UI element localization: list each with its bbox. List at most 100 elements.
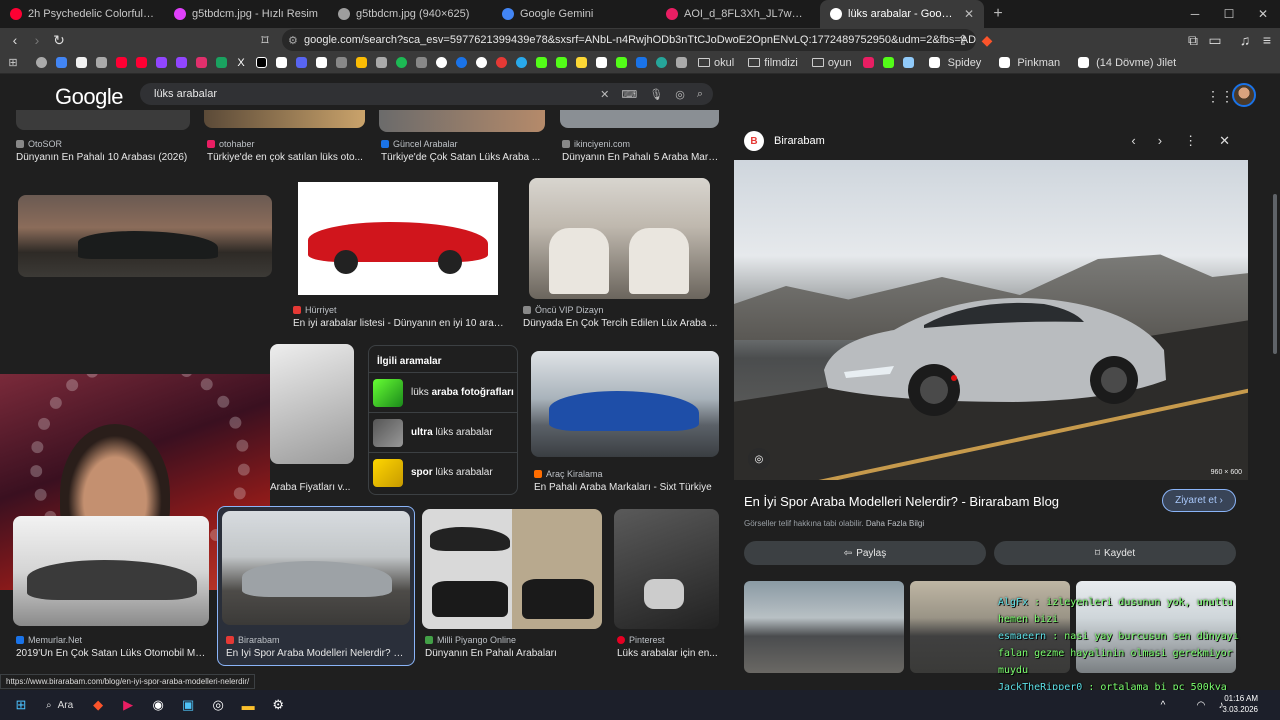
search-input[interactable]: lüks arabalar ✕ ⌨ 🎙 ◎ ⌕ bbox=[140, 83, 713, 105]
bookmark-favicon[interactable] bbox=[272, 54, 290, 72]
x-icon[interactable]: X bbox=[232, 54, 250, 72]
bookmark-favicon[interactable] bbox=[472, 54, 490, 72]
bookmark-favicon[interactable] bbox=[572, 54, 590, 72]
image-result[interactable] bbox=[560, 110, 719, 128]
result-caption[interactable]: Lüks arabalar için en... bbox=[617, 648, 719, 659]
bookmark-favicon[interactable] bbox=[652, 54, 670, 72]
previous-icon[interactable]: ‹ bbox=[1131, 133, 1135, 149]
telegram-icon[interactable] bbox=[512, 54, 530, 72]
github-icon[interactable] bbox=[432, 54, 450, 72]
taskbar-search[interactable]: ⌕ Ara bbox=[36, 690, 83, 720]
bookmark-jilet[interactable]: (14 Dövme) Jilet bbox=[1068, 54, 1182, 72]
close-icon[interactable]: ✕ bbox=[1246, 0, 1280, 28]
search-icon[interactable]: ⌕ bbox=[697, 88, 703, 101]
extensions-icon[interactable]: ⧉ bbox=[1182, 32, 1204, 49]
tray-overflow-icon[interactable]: ^ bbox=[1148, 690, 1178, 720]
result-caption[interactable]: En iyi arabalar listesi - Dünyanın en iy… bbox=[293, 318, 505, 329]
browser-tab[interactable]: g5tbdcm.jpg - Hızlı Resim bbox=[164, 0, 328, 28]
result-caption[interactable]: En İyi Spor Araba Modelleri Nelerdir? - … bbox=[226, 648, 406, 659]
browser-tab[interactable]: g5tbdcm.jpg (940×625) bbox=[328, 0, 492, 28]
save-button[interactable]: ⌑ Kaydet bbox=[994, 541, 1236, 565]
bookmark-favicon[interactable] bbox=[452, 54, 470, 72]
maximize-icon[interactable]: ☐ bbox=[1212, 0, 1246, 28]
brave-icon[interactable]: ◆ bbox=[83, 690, 113, 720]
bookmark-favicon[interactable] bbox=[900, 54, 918, 72]
lens-icon[interactable]: ◎ bbox=[675, 88, 685, 101]
brave-shield-icon[interactable]: ◆ bbox=[976, 32, 998, 49]
bookmark-spidey[interactable]: Spidey bbox=[920, 54, 988, 72]
scrollbar[interactable] bbox=[1270, 74, 1280, 680]
menu-icon[interactable]: ≡ bbox=[1256, 32, 1278, 48]
preview-title[interactable]: En İyi Spor Araba Modelleri Nelerdir? - … bbox=[744, 494, 1059, 509]
bookmark-folder-okul[interactable]: okul bbox=[692, 57, 740, 69]
visit-button[interactable]: Ziyaret et › bbox=[1162, 489, 1236, 512]
microphone-icon[interactable]: 🎙 bbox=[649, 88, 663, 101]
keyboard-icon[interactable]: ⌨ bbox=[621, 88, 637, 101]
image-result[interactable] bbox=[529, 178, 710, 299]
bookmark-favicon[interactable] bbox=[332, 54, 350, 72]
youtube-icon[interactable] bbox=[132, 54, 150, 72]
scrollbar-thumb[interactable] bbox=[1273, 194, 1277, 354]
share-icon[interactable]: ⇪ bbox=[952, 32, 974, 49]
more-options-icon[interactable]: ⋮ bbox=[1184, 133, 1197, 149]
windows-start-icon[interactable]: ⊞ bbox=[6, 690, 36, 720]
new-tab-button[interactable]: + bbox=[984, 5, 1012, 23]
site-info-icon[interactable]: ⚙ bbox=[288, 34, 298, 47]
close-icon[interactable]: ✕ bbox=[1219, 133, 1230, 149]
related-item[interactable]: ultra lüks arabalar bbox=[369, 412, 517, 452]
browser-tab[interactable]: 2h Psychedelic Colorful Neon Backgro bbox=[0, 0, 164, 28]
bookmark-favicon[interactable] bbox=[860, 54, 878, 72]
image-result[interactable] bbox=[18, 195, 272, 277]
result-caption[interactable]: Dünyanın En Pahalı 10 Arabası (2026) bbox=[16, 152, 191, 163]
file-explorer-icon[interactable]: ▬ bbox=[233, 690, 263, 720]
bookmark-favicon[interactable] bbox=[632, 54, 650, 72]
kick-icon[interactable] bbox=[552, 54, 570, 72]
next-icon[interactable]: › bbox=[1158, 133, 1162, 149]
history-icon[interactable] bbox=[32, 54, 50, 72]
bookmark-favicon[interactable] bbox=[72, 54, 90, 72]
kick-icon[interactable] bbox=[880, 54, 898, 72]
related-item[interactable]: spor lüks arabalar bbox=[369, 452, 517, 492]
preview-image[interactable]: ◎ 960 × 600 bbox=[734, 160, 1248, 480]
app-icon[interactable]: ◉ bbox=[143, 690, 173, 720]
image-result-selected[interactable] bbox=[222, 511, 410, 625]
bookmark-favicon[interactable] bbox=[312, 54, 330, 72]
related-image[interactable] bbox=[744, 581, 904, 673]
discord-icon[interactable] bbox=[292, 54, 310, 72]
avatar[interactable] bbox=[1232, 83, 1256, 107]
image-result[interactable] bbox=[270, 344, 354, 464]
back-icon[interactable]: ‹ bbox=[4, 32, 26, 48]
media-icon[interactable]: ♫ bbox=[1234, 32, 1256, 48]
result-caption[interactable]: Dünyada En Çok Tercih Edilen Lüx Araba .… bbox=[523, 318, 719, 329]
result-caption[interactable]: Türkiye'de en çok satılan lüks oto... bbox=[207, 152, 365, 163]
google-logo[interactable]: Google bbox=[55, 84, 123, 110]
spotify-icon[interactable] bbox=[392, 54, 410, 72]
forward-icon[interactable]: › bbox=[26, 32, 48, 48]
tiktok-icon[interactable] bbox=[252, 54, 270, 72]
image-result[interactable] bbox=[422, 509, 602, 629]
result-caption[interactable]: Araba Fiyatları v... bbox=[270, 482, 354, 493]
result-caption[interactable]: En Pahalı Araba Markaları - Sixt Türkiye bbox=[534, 482, 719, 493]
system-clock[interactable]: 01:16 AM 3.03.2026 bbox=[1222, 693, 1258, 715]
result-caption[interactable]: Dünyanın En Pahalı Arabaları bbox=[425, 648, 601, 659]
image-result[interactable] bbox=[13, 516, 209, 626]
browser-tab[interactable]: Google Gemini bbox=[492, 0, 656, 28]
close-tab-icon[interactable]: ✕ bbox=[964, 7, 974, 21]
bookmark-folder-filmdizi[interactable]: filmdizi bbox=[742, 57, 804, 69]
youtube-icon[interactable] bbox=[112, 54, 130, 72]
app-icon[interactable]: ⚙ bbox=[263, 690, 293, 720]
bookmark-favicon[interactable] bbox=[92, 54, 110, 72]
twitch-icon[interactable] bbox=[152, 54, 170, 72]
bookmark-folder-oyun[interactable]: oyun bbox=[806, 57, 858, 69]
address-bar[interactable]: ⚙ google.com/search?sca_esv=597762139943… bbox=[282, 29, 976, 51]
result-caption[interactable]: 2019'Un En Çok Satan Lüks Otomobil Mar..… bbox=[16, 648, 206, 659]
bookmark-favicon[interactable] bbox=[212, 54, 230, 72]
share-button[interactable]: ⇦ Paylaş bbox=[744, 541, 986, 565]
clear-icon[interactable]: ✕ bbox=[600, 88, 609, 101]
sidebar-icon[interactable]: ▭ bbox=[1204, 32, 1226, 49]
bookmark-favicon[interactable] bbox=[412, 54, 430, 72]
reload-icon[interactable]: ↻ bbox=[48, 32, 70, 49]
apps-grid-icon[interactable]: ⋮⋮ bbox=[1206, 88, 1234, 105]
bookmark-pinkman[interactable]: Pinkman bbox=[989, 54, 1066, 72]
instagram-icon[interactable] bbox=[192, 54, 210, 72]
